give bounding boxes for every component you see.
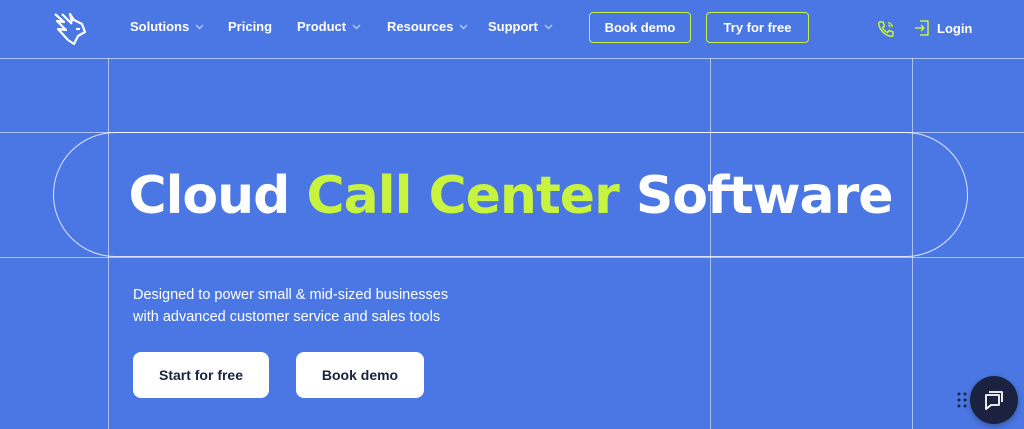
start-for-free-button[interactable]: Start for free <box>133 352 269 398</box>
grid-line <box>0 58 1024 59</box>
nav-product[interactable]: Product <box>297 19 361 34</box>
chevron-down-icon <box>544 24 553 29</box>
chat-button[interactable] <box>970 376 1018 424</box>
chevron-down-icon <box>195 24 204 29</box>
chevron-down-icon <box>460 24 468 29</box>
headline-part-2: Software <box>618 166 894 226</box>
chevron-down-icon <box>352 24 361 29</box>
nav-pricing[interactable]: Pricing <box>228 19 272 34</box>
headline-accent: Call Center <box>306 166 620 226</box>
subtitle-line-2: with advanced customer service and sales… <box>133 309 441 325</box>
nav-support-label: Support <box>488 19 538 34</box>
nav-resources[interactable]: Resources <box>387 19 468 34</box>
nav-pricing-label: Pricing <box>228 19 273 34</box>
top-navigation: Solutions Pricing Product Resources Supp… <box>0 0 1024 58</box>
login-icon <box>915 20 929 36</box>
subtitle-line-1: Designed to power small & mid-sized busi… <box>133 287 449 303</box>
hero-subtitle: Designed to power small & mid-sized busi… <box>133 284 513 328</box>
nav-solutions[interactable]: Solutions <box>130 19 204 34</box>
book-demo-button[interactable]: Book demo <box>296 352 424 398</box>
login-label: Login <box>937 20 973 36</box>
nav-support[interactable]: Support <box>488 19 553 34</box>
headline-part-1: Cloud <box>128 166 307 226</box>
nav-solutions-label: Solutions <box>130 19 190 34</box>
phone-icon[interactable] <box>876 19 896 39</box>
login-link[interactable]: Login <box>913 19 972 37</box>
nav-resources-label: Resources <box>387 19 454 34</box>
nav-product-label: Product <box>297 19 347 34</box>
drag-handle-icon[interactable] <box>956 391 968 409</box>
grid-line <box>0 257 1024 258</box>
lion-logo-icon[interactable] <box>52 10 88 46</box>
book-demo-nav-button[interactable]: Book demo <box>589 12 691 43</box>
try-for-free-button[interactable]: Try for free <box>706 12 809 43</box>
chat-icon <box>985 391 1003 410</box>
hero-headline: Cloud Call Center Software <box>53 160 968 232</box>
